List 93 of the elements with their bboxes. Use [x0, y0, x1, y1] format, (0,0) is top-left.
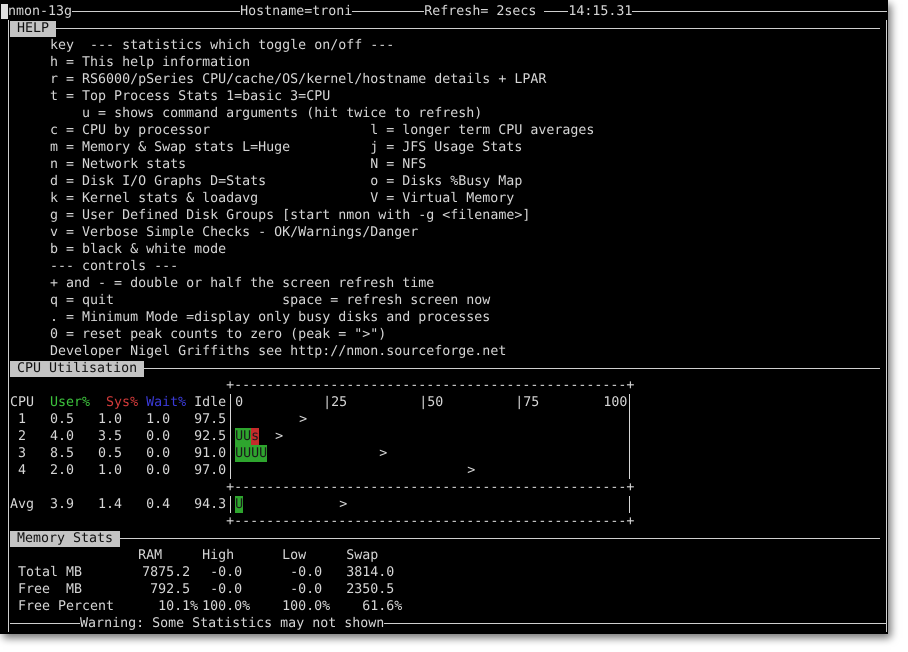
table-cell-text: 3.9	[50, 496, 76, 513]
table-cell-text: 0.0	[146, 428, 172, 445]
row-label: Free MB	[17, 581, 84, 598]
clock-time: 14:15.31	[568, 3, 632, 20]
column-header: Idle	[194, 394, 226, 411]
table-cell-text: Avg	[10, 496, 36, 513]
help-line: + and - = double or half the screen refresh time	[50, 275, 434, 292]
table-cell: 7875.2	[142, 565, 190, 580]
help-line: 0 = reset peak counts to zero (peak = ">")	[50, 326, 386, 343]
help-line: n = Network stats	[50, 156, 188, 173]
column-header: CPU	[10, 394, 36, 411]
user-bar: U	[235, 496, 244, 513]
peak-marker: >	[378, 445, 388, 462]
table-cell-text: 1.0	[98, 411, 124, 428]
program-name: nmon-13g	[8, 3, 72, 20]
table-cell-text: 1	[17, 411, 28, 428]
warning-message: Warning: Some Statistics may not shown	[80, 615, 384, 632]
user-bar: UUUU	[235, 445, 268, 462]
table-cell: -0.0	[210, 565, 242, 580]
column-header: User%	[50, 394, 92, 411]
table-cell: 10.1%	[158, 598, 198, 615]
row-label: Total MB	[17, 564, 84, 581]
table-cell-text: 0.0	[146, 462, 172, 479]
help-line: Developer Nigel Griffiths see http://nmon.sourceforge.net	[50, 343, 506, 360]
table-cell: 2350.5	[346, 582, 394, 597]
table-cell: 3814.0	[346, 565, 394, 580]
chart-frame-line: +-------------------------------------------------+	[226, 479, 634, 496]
table-cell: 100.0%	[202, 598, 250, 615]
table-cell: 61.6%	[362, 598, 402, 615]
peak-marker: >	[274, 428, 284, 445]
column-header: High	[202, 547, 236, 564]
table-cell: -0.0	[290, 582, 322, 597]
cursor-icon	[1, 4, 8, 19]
user-bar: UU	[235, 428, 252, 445]
peak-marker: >	[466, 462, 476, 479]
table-cell-text: 3	[17, 445, 28, 462]
column-header: Swap	[346, 547, 378, 564]
table-cell-text: 4	[17, 462, 28, 479]
hostname-label: Hostname=troni	[240, 3, 352, 20]
table-cell-text: 2.0	[50, 462, 76, 479]
peak-marker: >	[298, 411, 308, 428]
help-line: l = longer term CPU averages	[370, 122, 594, 139]
table-cell-text: 8.5	[50, 445, 76, 462]
table-cell: 92.5	[194, 428, 226, 445]
chart-frame-line: +-------------------------------------------------+	[226, 513, 634, 530]
help-line: m = Memory & Swap stats L=Huge	[50, 139, 292, 156]
help-line: --- controls ---	[50, 258, 178, 275]
table-cell: 94.3	[194, 496, 226, 513]
help-line: o = Disks %Busy Map	[370, 173, 522, 190]
table-cell-text: 4.0	[50, 428, 76, 445]
table-cell: 91.0	[194, 445, 226, 462]
help-line: t = Top Process Stats 1=basic 3=CPU	[50, 88, 330, 105]
help-line: . = Minimum Mode =display only busy disks and processes	[50, 309, 490, 326]
table-cell-text: 1.4	[98, 496, 124, 513]
help-line: b = black & white mode	[50, 241, 226, 258]
column-header: Wait%	[146, 394, 188, 411]
table-cell: 97.5	[194, 411, 226, 428]
table-cell-text: 0.4	[146, 496, 172, 513]
row-label: Free Percent	[17, 598, 116, 615]
help-line: key --- statistics which toggle on/off ---	[50, 37, 394, 54]
help-line: u = shows command arguments (hit twice to refresh)	[82, 105, 482, 122]
table-cell-text: 3.5	[98, 428, 124, 445]
help-line: h = This help information	[50, 54, 250, 71]
help-line: c = CPU by processor	[50, 122, 212, 139]
table-cell-text: 0.5	[98, 445, 124, 462]
column-header: RAM	[138, 547, 164, 564]
system-bar: s	[251, 428, 260, 445]
table-cell: 100.0%	[282, 598, 330, 615]
table-cell-text: 0.0	[146, 445, 172, 462]
refresh-label: Refresh= 2secs	[424, 3, 536, 20]
peak-marker: >	[338, 496, 348, 513]
help-line: k = Kernel stats & loadavg	[50, 190, 260, 207]
scale-axis: 0 |25 |50 |75 100	[230, 394, 630, 411]
table-cell: -0.0	[290, 565, 322, 580]
table-cell-text: 1.0	[146, 411, 172, 428]
help-line: V = Virtual Memory	[370, 190, 514, 207]
column-header: Low	[282, 547, 308, 564]
table-cell: 792.5	[150, 582, 190, 597]
table-cell-text: 0.5	[50, 411, 76, 428]
table-cell: -0.0	[210, 582, 242, 597]
table-cell: 97.0	[194, 462, 226, 479]
help-line: N = NFS	[370, 156, 426, 173]
table-cell-text: 2	[17, 428, 28, 445]
table-cell-text: 1.0	[98, 462, 124, 479]
help-line: space = refresh screen now	[282, 292, 490, 309]
help-line: g = User Defined Disk Groups [start nmon with -g <filename>]	[50, 207, 530, 224]
column-header: Sys%	[106, 394, 140, 411]
help-line: v = Verbose Simple Checks - OK/Warnings/Danger	[50, 224, 418, 241]
help-line: j = JFS Usage Stats	[370, 139, 522, 156]
chart-frame-line: +-------------------------------------------------+	[226, 377, 634, 394]
help-line: q = quit	[50, 292, 116, 309]
help-line: d = Disk I/O Graphs D=Stats	[50, 173, 268, 190]
help-line: r = RS6000/pSeries CPU/cache/OS/kernel/hostname details + LPAR	[50, 71, 546, 88]
